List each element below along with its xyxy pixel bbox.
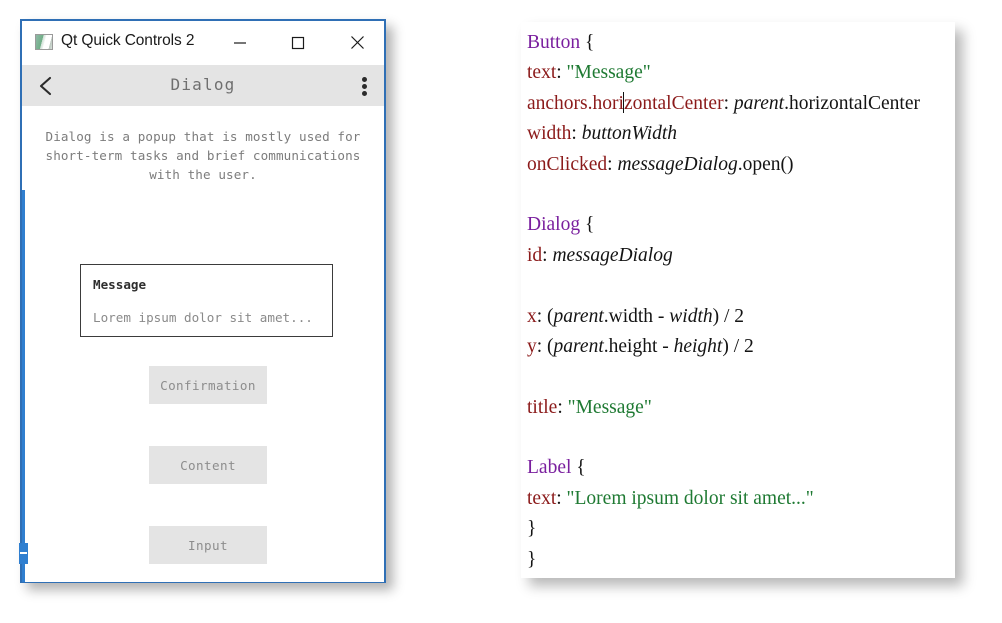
code-token: : <box>571 123 582 145</box>
inline-dialog-text: Lorem ipsum dolor sit amet... <box>93 310 313 325</box>
inline-dialog-preview: Message Lorem ipsum dolor sit amet... <box>80 264 333 337</box>
inline-dialog-title: Message <box>93 277 147 292</box>
code-token: Dialog <box>527 214 581 236</box>
code-token: : ( <box>536 305 554 327</box>
code-panel: Button {text: "Message" anchors.horizonta… <box>521 22 955 578</box>
code-token: Button <box>527 32 581 53</box>
code-token: .width - <box>603 305 670 327</box>
page-description: Dialog is a popup that is mostly used fo… <box>45 129 361 182</box>
code-token: parent <box>553 335 604 357</box>
code-token: : <box>723 92 734 114</box>
qt-logo-icon <box>35 34 53 50</box>
code-line: Button { <box>527 28 951 58</box>
code-token: { <box>580 32 595 53</box>
maximize-icon <box>291 36 305 49</box>
code-token: id <box>527 244 543 266</box>
code-token: parent <box>553 305 604 327</box>
confirmation-button[interactable]: Confirmation <box>149 366 267 404</box>
screenshot-root: Qt Quick Controls 2 Dialog Dialog is a p… <box>0 0 1002 623</box>
code-token: x <box>527 305 537 327</box>
code-token: text <box>527 62 557 84</box>
code-token: } <box>527 548 537 570</box>
code-token: y <box>527 335 537 357</box>
code-token: width <box>527 123 572 145</box>
qt-application-window: Qt Quick Controls 2 Dialog Dialog is a p… <box>19 19 386 583</box>
code-token: "Message" <box>566 62 651 84</box>
code-token: : ( <box>536 335 554 357</box>
code-token: : <box>556 487 567 509</box>
minimize-button[interactable] <box>218 21 262 64</box>
qt-toolbar: Dialog <box>22 65 384 106</box>
code-line: text: "Message" <box>527 58 951 88</box>
code-token: .horizontalCenter <box>784 92 920 114</box>
code-token: "Message" <box>567 396 652 418</box>
code-line: } <box>527 575 951 578</box>
code-token: messageDialog <box>617 153 738 175</box>
code-token: } <box>527 518 537 540</box>
overflow-menu-icon[interactable] <box>362 77 367 96</box>
code-token: text <box>527 487 557 509</box>
code-line: anchors.horizontalCenter: parent.horizon… <box>527 89 951 119</box>
code-line: Label { <box>527 453 951 483</box>
code-token: anchors.hori <box>527 92 624 114</box>
menu-dot <box>362 91 367 96</box>
left-edge-accent <box>19 190 28 582</box>
code-token: ) / 2 <box>722 335 754 357</box>
code-line: text: "Lorem ipsum dolor sit amet..." <box>527 484 951 514</box>
code-token: { <box>580 214 595 236</box>
code-token: zontalCenter <box>623 92 724 114</box>
code-token: "Lorem ipsum dolor sit amet..." <box>566 487 814 509</box>
input-button[interactable]: Input <box>149 526 267 564</box>
code-line: title: "Message" <box>527 393 951 423</box>
code-line: width: buttonWidth <box>527 119 951 149</box>
code-token: height <box>673 335 723 357</box>
code-token: parent <box>733 92 785 114</box>
code-line: onClicked: messageDialog.open() <box>527 150 951 180</box>
code-token: onClicked <box>527 153 608 175</box>
page-title: Dialog <box>170 75 236 94</box>
code-line: x: (parent.width - width) / 2 <box>527 302 951 332</box>
maximize-button[interactable] <box>276 21 320 64</box>
code-token: title <box>527 396 558 418</box>
code-token: { <box>571 457 586 479</box>
code-token: buttonWidth <box>581 123 678 145</box>
code-line: } <box>527 545 951 575</box>
menu-dot <box>362 77 367 82</box>
code-line: Dialog { <box>527 210 951 240</box>
close-button[interactable] <box>335 21 379 64</box>
code-listing[interactable]: Button {text: "Message" anchors.horizonta… <box>527 28 951 578</box>
code-token: : <box>607 153 618 175</box>
code-token: ) / 2 <box>712 305 745 327</box>
code-line: y: (parent.height - height) / 2 <box>527 332 951 362</box>
code-token: width <box>669 305 713 327</box>
code-token: : <box>556 62 567 84</box>
minimize-icon <box>234 41 246 44</box>
window-title-bar: Qt Quick Controls 2 <box>22 21 384 65</box>
close-icon <box>350 36 364 49</box>
code-token: Label <box>527 457 572 479</box>
code-token: : <box>542 244 553 266</box>
code-line: id: messageDialog <box>527 241 951 271</box>
code-token: messageDialog <box>552 244 673 266</box>
menu-dot <box>362 84 367 89</box>
window-title: Qt Quick Controls 2 <box>61 32 195 49</box>
drawer-handle[interactable] <box>19 543 28 564</box>
code-line: } <box>527 514 951 544</box>
code-token: .height - <box>603 335 674 357</box>
code-token: .open() <box>737 153 794 175</box>
content-button[interactable]: Content <box>149 446 267 484</box>
code-token: : <box>557 396 568 418</box>
qt-page-content: Dialog is a popup that is mostly used fo… <box>19 106 384 582</box>
